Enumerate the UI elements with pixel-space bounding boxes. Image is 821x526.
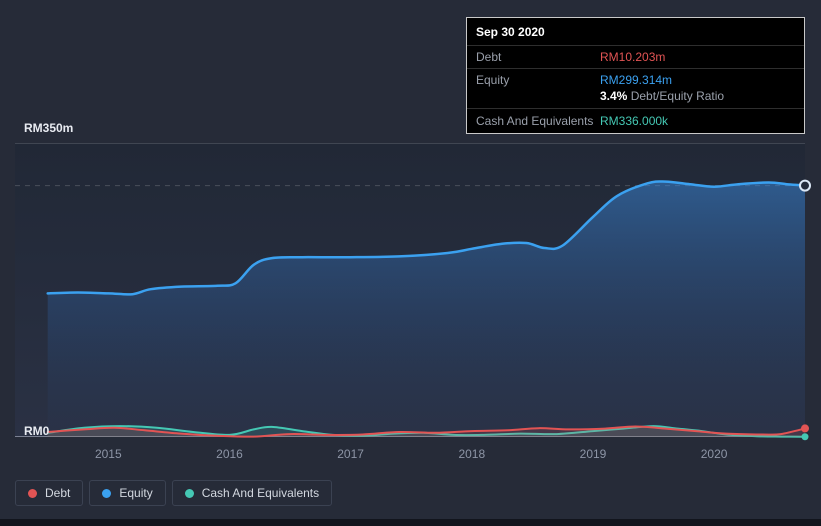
tooltip-debt-value: RM10.203m bbox=[600, 50, 666, 64]
x-tick-2019: 2019 bbox=[579, 447, 607, 461]
data-tooltip: Sep 30 2020 Debt RM10.203m Equity RM299.… bbox=[466, 17, 805, 134]
x-tick-2015: 2015 bbox=[94, 447, 122, 461]
tooltip-ratio-row: 3.4% Debt/Equity Ratio bbox=[467, 89, 804, 109]
tooltip-equity-label: Equity bbox=[476, 73, 510, 87]
legend-item-equity[interactable]: Equity bbox=[89, 480, 166, 506]
legend-debt-label: Debt bbox=[45, 486, 71, 500]
x-tick-2016: 2016 bbox=[216, 447, 243, 461]
tooltip-equity-value: RM299.314m bbox=[600, 73, 673, 87]
legend-item-debt[interactable]: Debt bbox=[15, 480, 84, 506]
plot-area[interactable] bbox=[15, 143, 811, 441]
y-axis-max-label: RM350m bbox=[24, 121, 74, 135]
y-axis-min-label: RM0 bbox=[24, 424, 50, 438]
debt-color-dot bbox=[28, 488, 37, 498]
x-tick-2017: 2017 bbox=[337, 447, 364, 461]
tooltip-cash-row: Cash And Equivalents RM336.000k bbox=[467, 109, 804, 133]
cash-color-dot bbox=[184, 488, 194, 498]
legend-item-cash[interactable]: Cash And Equivalents bbox=[171, 480, 333, 506]
debt-equity-chart-panel: Sep 30 2020 Debt RM10.203m Equity RM299.… bbox=[0, 0, 821, 526]
tooltip-cash-value: RM336.000k bbox=[600, 114, 669, 128]
tooltip-date: Sep 30 2020 bbox=[467, 18, 804, 46]
tooltip-debt-label: Debt bbox=[476, 50, 502, 64]
x-axis: 2015 2016 2017 2018 2019 2020 bbox=[15, 447, 805, 463]
tooltip-ratio-value: 3.4% bbox=[600, 89, 628, 103]
legend-equity-label: Equity bbox=[119, 486, 153, 500]
tooltip-debt-row: Debt RM10.203m bbox=[467, 46, 804, 69]
x-tick-2020: 2020 bbox=[700, 447, 728, 461]
equity-color-dot bbox=[102, 488, 112, 498]
x-tick-2018: 2018 bbox=[458, 447, 486, 461]
legend: Debt Equity Cash And Equivalents bbox=[15, 480, 333, 506]
chart-svg[interactable] bbox=[15, 143, 811, 441]
legend-cash-label: Cash And Equivalents bbox=[201, 486, 320, 500]
tooltip-cash-label: Cash And Equivalents bbox=[476, 114, 594, 128]
bottom-strip bbox=[0, 519, 821, 526]
tooltip-ratio-label: Debt/Equity Ratio bbox=[630, 89, 725, 103]
tooltip-equity-row: Equity RM299.314m bbox=[467, 69, 804, 89]
